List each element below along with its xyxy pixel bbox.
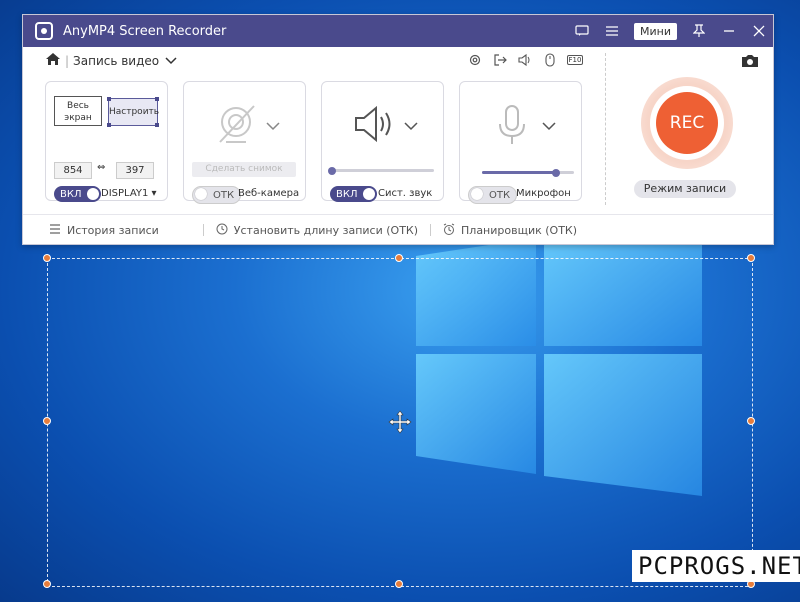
- settings-icon[interactable]: [467, 52, 483, 68]
- custom-area-button[interactable]: Настроить: [107, 97, 160, 127]
- area-toggle[interactable]: ВКЛ: [54, 186, 102, 202]
- alarm-clock-icon: [443, 223, 455, 238]
- chevron-down-icon[interactable]: [404, 116, 418, 131]
- feedback-icon[interactable]: [574, 23, 590, 39]
- footer-bar: История записи Установить длину записи (…: [23, 214, 773, 245]
- hotkey-f10-icon[interactable]: F10: [566, 52, 584, 68]
- system-sound-panel: ВКЛ Сист. звук: [321, 81, 444, 202]
- rec-button-halo: REC: [641, 77, 733, 169]
- resize-handle-bottom[interactable]: [395, 580, 403, 588]
- webcam-off-icon[interactable]: [214, 102, 260, 148]
- history-label: История записи: [67, 223, 159, 237]
- resize-handle-bottom-left[interactable]: [43, 580, 51, 588]
- microphone-toggle[interactable]: ОТК: [468, 186, 518, 204]
- close-icon[interactable]: [751, 23, 767, 39]
- resize-handle-top-right[interactable]: [747, 254, 755, 262]
- system-sound-toggle[interactable]: ВКЛ: [330, 186, 378, 202]
- set-length-link[interactable]: Установить длину записи (ОТК): [216, 223, 418, 238]
- menu-icon[interactable]: [604, 23, 620, 39]
- system-volume-slider[interactable]: [330, 169, 434, 172]
- scheduler-label: Планировщик (ОТК): [461, 223, 578, 237]
- system-sound-toggle-label: ВКЛ: [336, 188, 358, 200]
- export-icon[interactable]: [492, 52, 508, 68]
- home-icon[interactable]: [45, 52, 61, 69]
- breadcrumb: | Запись видео: [45, 52, 177, 69]
- speaker-icon[interactable]: [517, 52, 533, 68]
- recorder-window: AnyMP4 Screen Recorder Мини | Запись вид…: [22, 14, 774, 245]
- resize-handle-top[interactable]: [395, 254, 403, 262]
- app-logo-icon: [35, 22, 53, 40]
- width-input[interactable]: 854: [54, 162, 92, 179]
- history-link[interactable]: История записи: [49, 224, 159, 237]
- mini-mode-button[interactable]: Мини: [634, 22, 677, 40]
- webcam-toggle[interactable]: ОТК: [192, 186, 242, 204]
- clock-icon: [216, 223, 228, 238]
- link-icon[interactable]: ⇔: [97, 162, 105, 173]
- webcam-toggle-label: ОТК: [213, 189, 235, 201]
- system-sound-label: Сист. звук: [378, 188, 433, 199]
- microphone-toggle-label: ОТК: [489, 189, 511, 201]
- mic-volume-fill: [482, 171, 556, 174]
- mic-volume-knob[interactable]: [552, 169, 560, 177]
- microphone-panel: ОТК Микрофон: [459, 81, 582, 204]
- speaker-icon[interactable]: [352, 102, 398, 148]
- chevron-down-icon[interactable]: [165, 54, 177, 68]
- pin-icon[interactable]: [691, 23, 707, 39]
- full-screen-button[interactable]: Весь экран: [54, 96, 102, 126]
- mouse-icon[interactable]: [542, 52, 558, 68]
- resize-handle-left[interactable]: [43, 417, 51, 425]
- resize-handle-right[interactable]: [747, 417, 755, 425]
- move-icon[interactable]: [388, 410, 412, 434]
- webcam-label: Веб-камера: [238, 188, 300, 199]
- webcam-panel: Сделать снимок ОТК Веб-камера: [183, 81, 306, 204]
- scheduler-link[interactable]: Планировщик (ОТК): [443, 223, 577, 238]
- chevron-down-icon[interactable]: [266, 116, 280, 131]
- resize-handle-top-left[interactable]: [43, 254, 51, 262]
- microphone-label: Микрофон: [516, 188, 571, 199]
- rec-button[interactable]: REC: [656, 92, 718, 154]
- display-label: DISPLAY1: [101, 188, 149, 199]
- microphone-icon[interactable]: [490, 102, 536, 148]
- divider: [605, 53, 606, 205]
- set-length-label: Установить длину записи (ОТК): [233, 223, 419, 237]
- area-toggle-label: ВКЛ: [60, 188, 82, 200]
- snapshot-button[interactable]: Сделать снимок: [192, 162, 296, 177]
- chevron-down-icon[interactable]: [542, 116, 556, 131]
- app-title: AnyMP4 Screen Recorder: [63, 23, 227, 39]
- record-mode-button[interactable]: Режим записи: [634, 180, 736, 198]
- display-select[interactable]: DISPLAY1 ▾: [101, 188, 157, 199]
- system-volume-knob[interactable]: [328, 167, 336, 175]
- height-input[interactable]: 397: [116, 162, 154, 179]
- minimize-icon[interactable]: [721, 23, 737, 39]
- toolbar: F10: [467, 52, 584, 68]
- camera-icon[interactable]: [741, 53, 759, 69]
- area-panel: Весь экран Настроить 854 ⇔ 397 ВКЛ DISPL…: [45, 81, 168, 202]
- title-bar: AnyMP4 Screen Recorder Мини: [23, 15, 773, 47]
- custom-area-label: Настроить: [109, 107, 160, 117]
- page-title: Запись видео: [73, 53, 160, 68]
- watermark: PCPROGS.NET: [632, 550, 800, 582]
- list-icon: [49, 223, 61, 237]
